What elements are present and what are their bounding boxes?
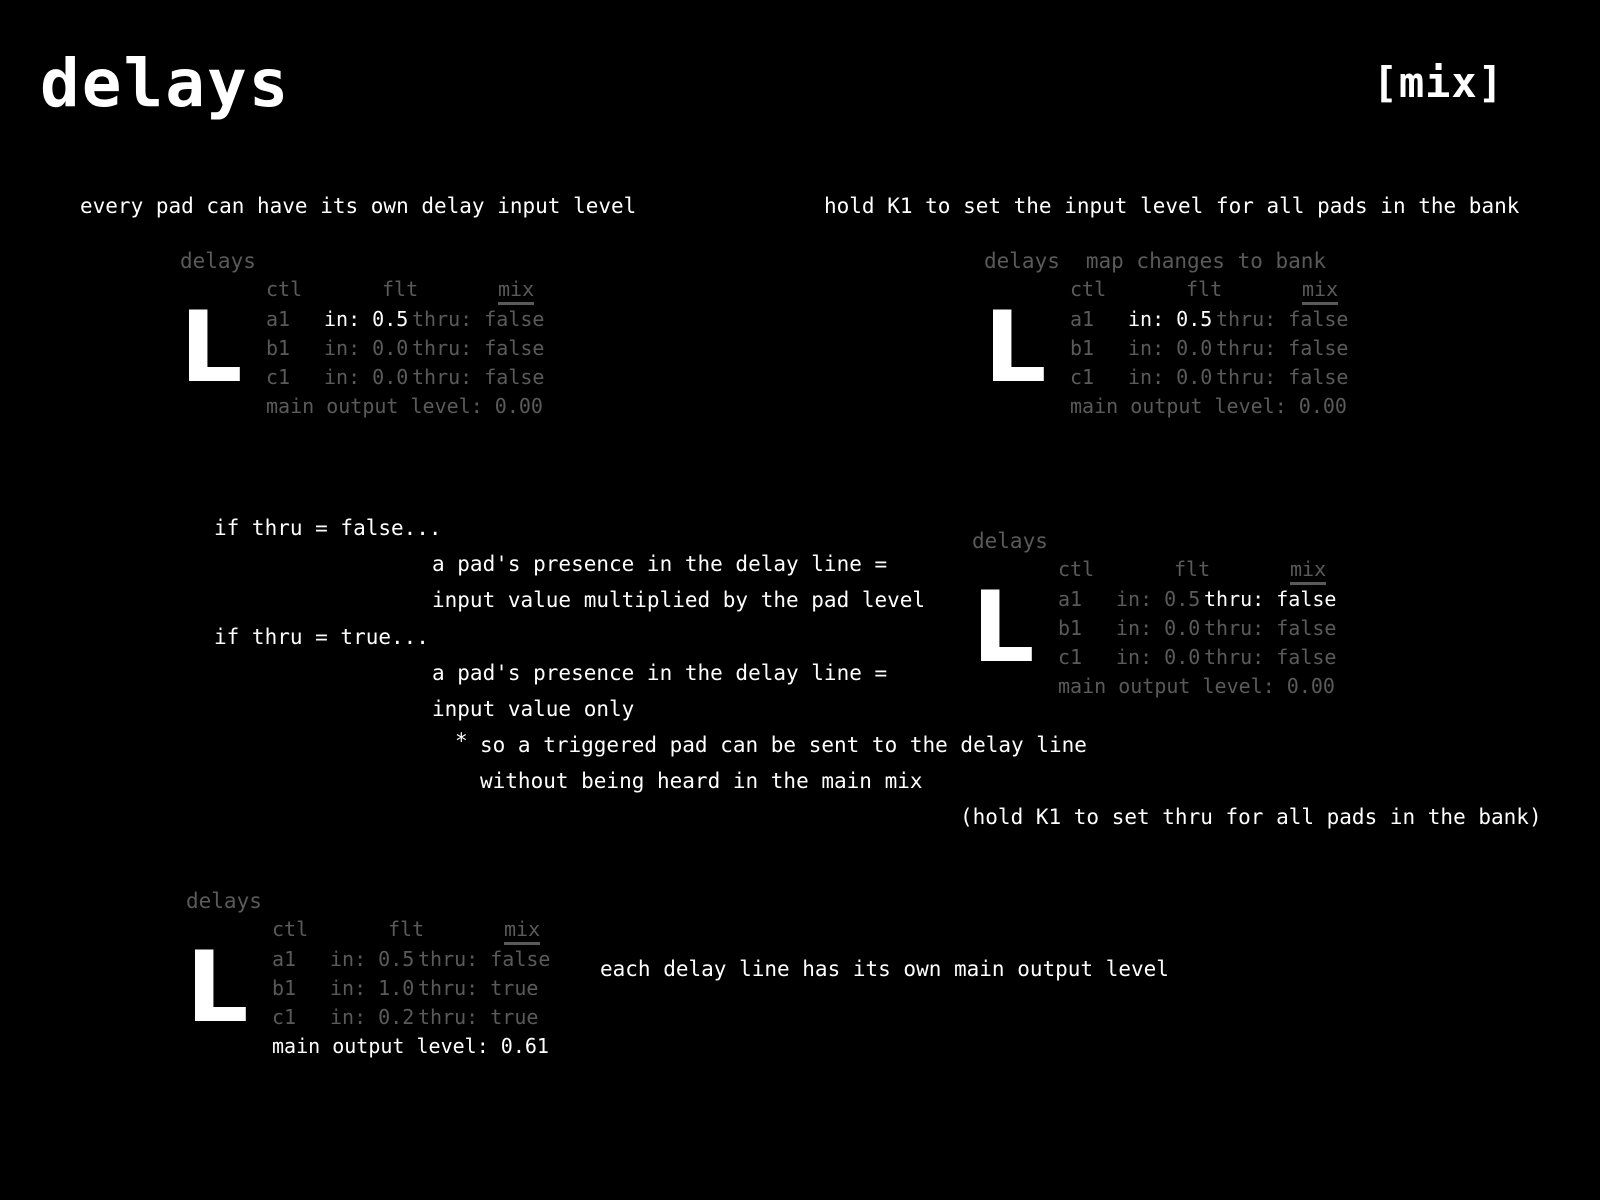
pad-id: b1 — [1058, 616, 1083, 640]
pad-input-level[interactable]: in: 0.0 — [1128, 363, 1212, 392]
screen-header: delays — [972, 528, 1048, 554]
note-so-1: so a triggered pad can be sent to the de… — [480, 733, 1087, 757]
pad-input-level[interactable]: in: 0.5 — [1128, 305, 1212, 334]
pad-thru[interactable]: thru: false — [1216, 305, 1348, 334]
pad-thru[interactable]: thru: true — [418, 1003, 538, 1032]
pad-thru[interactable]: thru: false — [412, 305, 544, 334]
pad-input-level[interactable]: in: 0.5 — [324, 305, 408, 334]
screen-tabs: ctl flt mix — [1058, 556, 1338, 585]
main-output-level[interactable]: main output level: 0.61 — [272, 1032, 549, 1061]
screen-tabs: ctl flt mix — [1070, 276, 1350, 305]
pad-id: b1 — [266, 336, 291, 360]
pad-input-level[interactable]: in: 0.2 — [330, 1003, 414, 1032]
pad-id: a1 — [266, 307, 291, 331]
tab-flt[interactable]: flt — [388, 916, 424, 942]
tab-mix[interactable]: mix — [504, 916, 541, 945]
screen-header-title: delays — [186, 889, 262, 913]
note-thru-false: if thru = false... — [214, 516, 442, 540]
screen-header: delays — [186, 888, 262, 914]
note-input-level: every pad can have its own delay input l… — [80, 194, 637, 218]
screen-tabs: ctl flt mix — [266, 276, 546, 305]
note-thru-true-desc-2: input value only — [432, 697, 635, 721]
screen-header: delays map changes to bank — [984, 248, 1326, 274]
pad-id: c1 — [272, 1005, 297, 1029]
screen-header-title: delays — [180, 249, 256, 273]
pad-id: b1 — [272, 976, 297, 1000]
pad-thru[interactable]: thru: false — [1216, 363, 1348, 392]
tab-ctl[interactable]: ctl — [1070, 276, 1106, 302]
pad-input-level[interactable]: in: 0.0 — [324, 334, 408, 363]
note-hold-k1-input: hold K1 to set the input level for all p… — [824, 194, 1520, 218]
note-so-2: without being heard in the main mix — [480, 769, 923, 793]
screen-tabs: ctl flt mix — [272, 916, 552, 945]
pad-input-level[interactable]: in: 0.0 — [324, 363, 408, 392]
page-title: delays — [40, 45, 291, 122]
pad-id: a1 — [1058, 587, 1083, 611]
note-each-delay-output: each delay line has its own main output … — [600, 957, 1169, 981]
pad-thru[interactable]: thru: false — [412, 363, 544, 392]
main-output-level[interactable]: main output level: 0.00 — [1058, 672, 1335, 701]
tab-ctl[interactable]: ctl — [1058, 556, 1094, 582]
note-thru-false-desc-2: input value multiplied by the pad level — [432, 588, 926, 612]
pad-input-level[interactable]: in: 0.5 — [1116, 585, 1200, 614]
main-output-level[interactable]: main output level: 0.00 — [266, 392, 543, 421]
screen-header-title: delays — [972, 529, 1048, 553]
note-hold-k1-thru: (hold K1 to set thru for all pads in the… — [960, 805, 1542, 829]
pad-thru[interactable]: thru: false — [1204, 585, 1336, 614]
section-label: [mix] — [1372, 58, 1504, 107]
tab-mix[interactable]: mix — [498, 276, 535, 305]
pad-thru[interactable]: thru: false — [1204, 614, 1336, 643]
tab-flt[interactable]: flt — [1186, 276, 1222, 302]
pad-thru[interactable]: thru: false — [1216, 334, 1348, 363]
tab-flt[interactable]: flt — [382, 276, 418, 302]
pad-id: c1 — [266, 365, 291, 389]
pad-id: a1 — [272, 947, 297, 971]
delays-screen-input-example: delays L ctl flt mix a1 in: 0.5 thru: fa… — [180, 248, 580, 428]
asterisk: * — [455, 729, 468, 753]
note-thru-false-desc-1: a pad's presence in the delay line = — [432, 552, 888, 576]
pad-thru[interactable]: thru: true — [418, 974, 538, 1003]
pad-thru[interactable]: thru: false — [418, 945, 550, 974]
pad-id: b1 — [1070, 336, 1095, 360]
pad-id: c1 — [1058, 645, 1083, 669]
pad-thru[interactable]: thru: false — [412, 334, 544, 363]
pad-thru[interactable]: thru: false — [1204, 643, 1336, 672]
channel-indicator: L — [186, 931, 249, 1045]
screen-header: delays — [180, 248, 256, 274]
screen-header-title: delays — [984, 249, 1060, 273]
pad-input-level[interactable]: in: 0.5 — [330, 945, 414, 974]
tab-mix[interactable]: mix — [1290, 556, 1327, 585]
note-thru-true: if thru = true... — [214, 625, 429, 649]
tab-mix[interactable]: mix — [1302, 276, 1339, 305]
tab-ctl[interactable]: ctl — [266, 276, 302, 302]
pad-id: a1 — [1070, 307, 1095, 331]
note-thru-true-desc-1: a pad's presence in the delay line = — [432, 661, 888, 685]
map-to-bank-label: map changes to bank — [1085, 249, 1327, 273]
pad-input-level[interactable]: in: 0.0 — [1116, 614, 1200, 643]
pad-id: c1 — [1070, 365, 1095, 389]
delays-screen-output-example: delays L ctl flt mix a1 in: 0.5 thru: fa… — [186, 888, 586, 1068]
channel-indicator: L — [180, 291, 243, 405]
pad-input-level[interactable]: in: 1.0 — [330, 974, 414, 1003]
delays-screen-bank-example: delays map changes to bank L ctl flt mix … — [984, 248, 1384, 428]
channel-indicator: L — [984, 291, 1047, 405]
pad-input-level[interactable]: in: 0.0 — [1116, 643, 1200, 672]
channel-indicator: L — [972, 571, 1035, 685]
tab-ctl[interactable]: ctl — [272, 916, 308, 942]
main-output-level[interactable]: main output level: 0.00 — [1070, 392, 1347, 421]
pad-input-level[interactable]: in: 0.0 — [1128, 334, 1212, 363]
delays-screen-thru-example: delays L ctl flt mix a1 in: 0.5 thru: fa… — [972, 528, 1372, 708]
tab-flt[interactable]: flt — [1174, 556, 1210, 582]
